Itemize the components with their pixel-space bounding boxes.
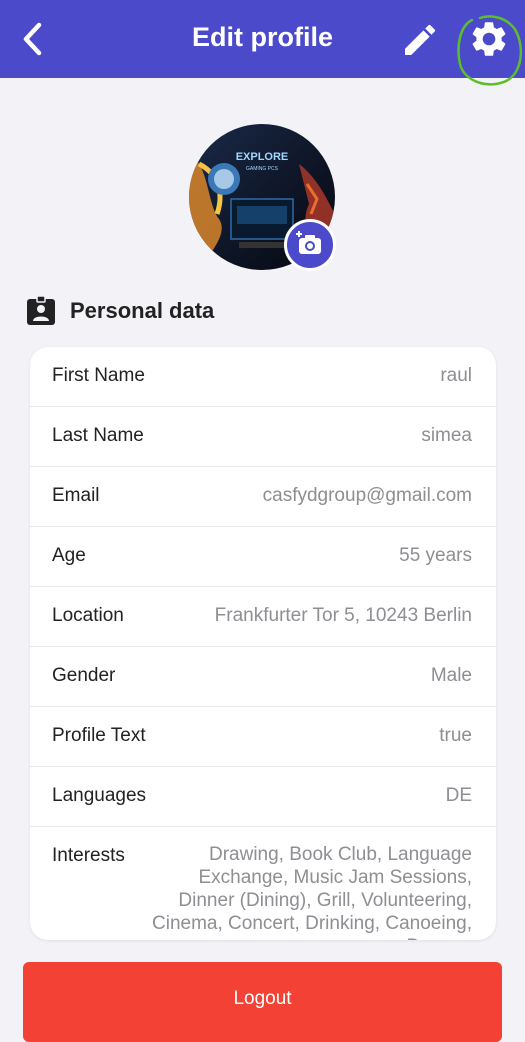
settings-button[interactable] [468,18,510,60]
field-value: casfydgroup@gmail.com [262,485,472,506]
field-label: First Name [52,365,145,386]
field-label: Age [52,545,86,566]
field-value: 55 years [399,545,472,566]
avatar-caption: EXPLORE [236,151,289,163]
camera-add-icon [296,231,321,254]
personal-data-card: First Name raul Last Name simea Email ca… [30,347,496,940]
field-age[interactable]: Age 55 years [30,527,496,587]
gear-icon [472,22,506,56]
id-badge-icon [27,295,55,325]
field-label: Interests [52,845,125,866]
field-label: Profile Text [52,725,146,746]
field-last-name[interactable]: Last Name simea [30,407,496,467]
field-profile-text[interactable]: Profile Text true [30,707,496,767]
field-value: Male [430,665,472,686]
field-gender[interactable]: Gender Male [30,647,496,707]
field-label: Email [52,485,100,506]
field-email[interactable]: Email casfydgroup@gmail.com [30,467,496,527]
field-languages[interactable]: Languages DE [30,767,496,827]
change-photo-button[interactable] [284,219,336,271]
field-location[interactable]: Location Frankfurter Tor 5, 10243 Berlin [30,587,496,647]
avatar-subcaption: GAMING PCS [246,166,279,172]
field-value: simea [421,425,472,446]
section-title: Personal data [70,298,215,323]
page-title: Edit profile [192,22,333,52]
logout-button[interactable]: Logout [23,962,502,1042]
field-value: DE [445,785,472,806]
field-first-name[interactable]: First Name raul [30,347,496,407]
app-bar: Edit profile [0,0,525,78]
field-value: Frankfurter Tor 5, 10243 Berlin [214,605,472,626]
field-value: true [439,725,472,746]
field-label: Languages [52,785,147,806]
field-value: Drawing, Book Club, Language Exchange, M… [152,844,472,940]
pencil-icon [405,24,436,55]
field-value: raul [440,365,472,386]
field-label: Location [52,605,124,626]
field-label: Gender [52,665,116,686]
field-label: Last Name [52,425,144,446]
edit-button[interactable] [400,20,440,60]
